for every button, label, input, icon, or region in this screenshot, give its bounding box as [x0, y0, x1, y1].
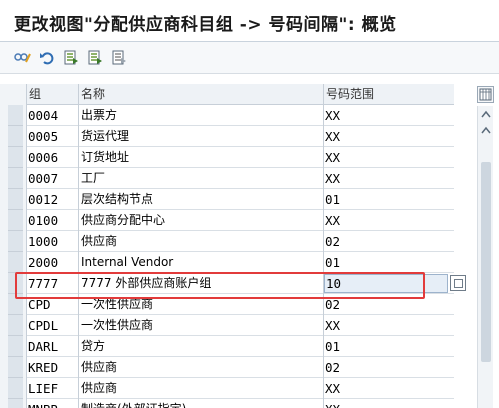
- table-row: 1000 供应商 02: [27, 231, 454, 252]
- scroll-page-up-icon[interactable]: [478, 122, 494, 138]
- number-range-input[interactable]: 10: [324, 274, 448, 293]
- cell-group: CPDL: [27, 315, 79, 336]
- table-row: 0006 订货地址 XX: [27, 147, 454, 168]
- table-header: 组 名称 号码范围: [27, 84, 454, 105]
- cell-group: 0012: [27, 189, 79, 210]
- cell-number-range[interactable]: 02: [324, 231, 454, 252]
- cell-group: 0005: [27, 126, 79, 147]
- scroll-thumb[interactable]: [481, 162, 491, 362]
- cell-group: 7777: [27, 273, 79, 294]
- row-selector[interactable]: [8, 147, 23, 168]
- cell-number-range[interactable]: XX: [324, 147, 454, 168]
- undo-icon[interactable]: [38, 49, 56, 67]
- cell-number-range[interactable]: XX: [324, 315, 454, 336]
- cell-number-range[interactable]: XX: [324, 126, 454, 147]
- column-header-range[interactable]: 号码范围: [324, 84, 454, 105]
- deselect-all-icon[interactable]: [110, 49, 128, 67]
- cell-name: 供应商: [79, 231, 324, 252]
- table-settings-icon: [479, 88, 492, 101]
- cell-group: 0100: [27, 210, 79, 231]
- cell-name: 一次性供应商: [79, 315, 324, 336]
- row-selector[interactable]: [8, 189, 23, 210]
- cell-number-range[interactable]: XX: [324, 399, 454, 408]
- cell-name: 供应商分配中心: [79, 210, 324, 231]
- scroll-up-arrow-icon[interactable]: [478, 106, 494, 122]
- cell-group: 2000: [27, 252, 79, 273]
- cell-group: DARL: [27, 336, 79, 357]
- row-selector[interactable]: [8, 126, 23, 147]
- row-selector[interactable]: [8, 336, 23, 357]
- select-all-icon[interactable]: [62, 49, 80, 67]
- cell-name: 供应商: [79, 357, 324, 378]
- cell-group: 1000: [27, 231, 79, 252]
- table-row: MNBR制造商(外部证指定)XX: [27, 399, 454, 408]
- cell-number-range[interactable]: 01: [324, 252, 454, 273]
- table-row: 0007 工厂 XX: [27, 168, 454, 189]
- row-selector[interactable]: [8, 231, 23, 252]
- table-row: CPD 一次性供应商 02: [27, 294, 454, 315]
- row-selector[interactable]: [8, 399, 23, 408]
- cell-name: 层次结构节点: [79, 189, 324, 210]
- window-title: 更改视图"分配供应商科目组 -> 号码间隔": 概览: [14, 15, 397, 35]
- row-selector[interactable]: [8, 105, 23, 126]
- table-row: 0004 出票方 XX: [27, 105, 454, 126]
- row-selector[interactable]: [8, 294, 23, 315]
- row-selector[interactable]: [8, 315, 23, 336]
- cell-number-range[interactable]: XX: [324, 210, 454, 231]
- cell-group: LIEF: [27, 378, 79, 399]
- cell-number-range[interactable]: 02: [324, 357, 454, 378]
- table-row: 2000 Internal Vendor 01: [27, 252, 454, 273]
- table-row: 0100 供应商分配中心 XX: [27, 210, 454, 231]
- row-selector[interactable]: [8, 252, 23, 273]
- cell-name: 订货地址: [79, 147, 324, 168]
- table-row: KRED 供应商 02: [27, 357, 454, 378]
- column-header-name[interactable]: 名称: [79, 84, 324, 105]
- cell-number-range[interactable]: 02: [324, 294, 454, 315]
- table-row: 0005 货运代理 XX: [27, 126, 454, 147]
- table-row: CPDL 一次性供应商 XX: [27, 315, 454, 336]
- row-selector[interactable]: [8, 273, 23, 294]
- cell-name: 出票方: [79, 105, 324, 126]
- cell-group: KRED: [27, 357, 79, 378]
- cell-group: 0004: [27, 105, 79, 126]
- display-change-icon[interactable]: [14, 49, 32, 67]
- cell-name: 制造商(外部证指定): [79, 399, 324, 408]
- row-selector[interactable]: [8, 357, 23, 378]
- row-selector[interactable]: [8, 168, 23, 189]
- cell-number-range[interactable]: 01: [324, 336, 454, 357]
- title-bar: 更改视图"分配供应商科目组 -> 号码间隔": 概览: [0, 0, 499, 42]
- row-selector[interactable]: [8, 378, 23, 399]
- cell-number-range[interactable]: XX: [324, 168, 454, 189]
- table-row: 7777 7777 外部供应商账户组 10: [27, 273, 454, 294]
- cell-name: 一次性供应商: [79, 294, 324, 315]
- row-selector[interactable]: [8, 210, 23, 231]
- cell-name: 货运代理: [79, 126, 324, 147]
- cell-name: Internal Vendor: [79, 252, 324, 273]
- cell-number-range[interactable]: XX: [324, 378, 454, 399]
- cell-number-range[interactable]: XX: [324, 105, 454, 126]
- table-row: LIEF 供应商 XX: [27, 378, 454, 399]
- cell-group: CPD: [27, 294, 79, 315]
- cell-group: MNBR: [27, 399, 79, 408]
- cell-name: 工厂: [79, 168, 324, 189]
- number-range-value: 10: [326, 276, 342, 291]
- vertical-scrollbar[interactable]: [477, 106, 493, 408]
- table-control: 组 名称 号码范围 0004 出票方 XX 0005 货运代理 XX 0006 订货地址 XX 0…: [0, 74, 499, 408]
- application-toolbar: [0, 42, 499, 74]
- select-block-icon[interactable]: [86, 49, 104, 67]
- cell-name: 7777 外部供应商账户组: [79, 273, 324, 294]
- table-settings-button[interactable]: [477, 86, 494, 103]
- table-row: 0012 层次结构节点 01: [27, 189, 454, 210]
- table-row: DARL 贷方 01: [27, 336, 454, 357]
- cell-name: 贷方: [79, 336, 324, 357]
- cell-number-range[interactable]: 01: [324, 189, 454, 210]
- cell-group: 0006: [27, 147, 79, 168]
- column-header-group[interactable]: 组: [27, 84, 79, 105]
- value-help-button[interactable]: [450, 275, 466, 291]
- cell-name: 供应商: [79, 378, 324, 399]
- row-selector-column: [0, 84, 27, 408]
- cell-group: 0007: [27, 168, 79, 189]
